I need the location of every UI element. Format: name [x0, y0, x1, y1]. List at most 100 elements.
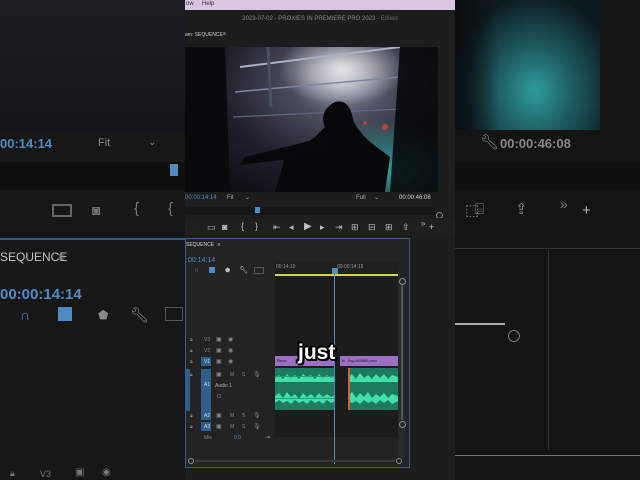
program-monitor-title[interactable]: am: SEQUENCE: [185, 32, 223, 38]
backdrop-left-playhead: [170, 164, 178, 176]
lock-icon[interactable]: 🔒︎: [190, 348, 193, 354]
sync-lock-icon[interactable]: ▣: [216, 371, 222, 378]
fit-chevron-icon[interactable]: ⌄: [245, 194, 250, 201]
sync-lock-icon[interactable]: ▣: [216, 358, 222, 365]
audio-volume-knob[interactable]: O.: [217, 394, 222, 400]
go-to-out-icon[interactable]: ⇥: [335, 223, 343, 232]
sync-lock-icon[interactable]: ▣: [216, 412, 222, 419]
snap-icon[interactable]: ∩: [194, 267, 199, 274]
settings-wrench-icon[interactable]: 🔧︎: [239, 266, 248, 274]
add-marker-icon[interactable]: ▭: [207, 223, 216, 232]
clip-edit-point[interactable]: [348, 368, 350, 410]
more-icon[interactable]: »: [421, 220, 425, 228]
track-a1-target[interactable]: [201, 369, 211, 411]
zoom-right-handle[interactable]: [396, 458, 402, 464]
program-timecode[interactable]: 00:00:14:14: [185, 195, 217, 201]
voiceover-mic-icon[interactable]: 🎙︎: [253, 412, 261, 419]
step-back-icon[interactable]: ◂: [289, 223, 294, 232]
audio-clip[interactable]: [348, 368, 398, 410]
backdrop-right-wrench-icon: 🔧︎: [480, 134, 500, 151]
sync-lock-icon[interactable]: ▣: [216, 347, 222, 354]
lock-icon[interactable]: 🔒︎: [190, 413, 193, 419]
backdrop-right-export-icon: ⇪: [515, 201, 528, 218]
mix-label: Mix: [204, 435, 212, 441]
video-clip[interactable]: fx fbg-464585.mov: [340, 356, 398, 366]
play-icon[interactable]: ▶: [304, 222, 312, 232]
program-menu-icon[interactable]: ≡: [223, 31, 226, 37]
video-caption: just: [298, 341, 336, 364]
mute-button[interactable]: M: [230, 424, 234, 430]
go-to-in-icon[interactable]: ⇤: [273, 223, 281, 232]
track-header-a2: 🔒︎ A2 ▣ M S 🎙︎: [190, 411, 275, 421]
track-header-a3: 🔒︎ A3 ▣ M S 🎙︎: [190, 422, 275, 432]
track-header-v3: 🔒︎ V3 ▣ ◉: [190, 335, 275, 345]
toggle-output-icon[interactable]: ◉: [228, 336, 233, 343]
zoom-scrollbar[interactable]: [195, 460, 395, 462]
program-scrubber[interactable]: [185, 207, 435, 215]
linked-selection-icon[interactable]: [209, 267, 215, 273]
compare-icon[interactable]: ⊞: [385, 223, 393, 232]
zoom-left-handle[interactable]: [188, 458, 194, 464]
scrollbar-top-handle[interactable]: [399, 278, 406, 285]
track-a2-label: A2: [204, 413, 211, 419]
export-frame-icon[interactable]: ◙: [222, 223, 227, 232]
go-to-end-icon[interactable]: ⇥: [265, 434, 270, 441]
toggle-output-icon[interactable]: ◉: [228, 358, 233, 365]
window-edited: - Edited: [377, 16, 398, 22]
program-video-frame: [185, 47, 438, 192]
scrollbar-thumb[interactable]: [401, 285, 403, 420]
mute-button[interactable]: M: [230, 372, 234, 378]
quality-dropdown[interactable]: Full: [356, 195, 366, 201]
extract-icon[interactable]: ⊟: [368, 223, 376, 232]
backdrop-marker-icon: [52, 204, 72, 217]
lock-icon[interactable]: 🔒︎: [190, 372, 193, 378]
lock-icon[interactable]: 🔒︎: [190, 424, 193, 430]
backdrop-track-v3: V3: [40, 469, 52, 479]
quality-chevron-icon[interactable]: ⌄: [374, 194, 379, 201]
sync-lock-icon[interactable]: ▣: [216, 336, 222, 343]
timeline-tab[interactable]: SEQUENCE ≡: [186, 242, 220, 248]
timeline-playhead-handle[interactable]: [332, 268, 338, 274]
solo-button[interactable]: S: [242, 372, 245, 378]
solo-button[interactable]: S: [242, 413, 245, 419]
voiceover-mic-icon[interactable]: 🎙︎: [253, 371, 261, 378]
lock-icon[interactable]: 🔒︎: [190, 359, 193, 365]
ruler-label-0: 00:14:10: [276, 264, 296, 270]
fit-dropdown[interactable]: Fit: [227, 195, 234, 201]
backdrop-divider: [0, 238, 185, 240]
menu-item-window[interactable]: ow: [186, 1, 194, 7]
captions-icon[interactable]: [254, 267, 264, 274]
step-forward-icon[interactable]: ▸: [320, 223, 325, 232]
timeline-playhead[interactable]: [334, 274, 335, 464]
timeline-timecode[interactable]: :00:14:14: [186, 257, 215, 264]
backdrop-right-bottom-line: [455, 455, 640, 456]
add-button-icon[interactable]: +: [429, 223, 434, 232]
timeline-menu-icon[interactable]: ≡: [217, 242, 220, 248]
backdrop-right-timecode: 00:00:46:08: [500, 136, 571, 151]
mute-button[interactable]: M: [230, 413, 234, 419]
voiceover-mic-icon[interactable]: 🎙︎: [253, 423, 261, 430]
clip-label: Resiz: [277, 358, 288, 363]
backdrop-right-bar: [455, 323, 505, 325]
toggle-output-icon[interactable]: ◉: [228, 347, 233, 354]
mix-value[interactable]: 0.0: [234, 435, 241, 441]
backdrop-right-plus-icon: +: [582, 202, 591, 219]
mark-in-icon[interactable]: {: [241, 222, 244, 231]
scrollbar-bottom-handle[interactable]: [399, 421, 406, 428]
lift-icon[interactable]: ⊞: [351, 223, 359, 232]
export-icon[interactable]: ⇪: [402, 223, 410, 232]
program-playhead[interactable]: [255, 207, 260, 213]
program-monitor-header: am: SEQUENCE ≡: [185, 30, 455, 42]
audio-clip[interactable]: [275, 368, 335, 410]
audio-track-name: Audio 1: [215, 383, 232, 389]
add-marker-timeline-icon[interactable]: ⬟: [225, 267, 230, 274]
sync-lock-icon[interactable]: ▣: [216, 423, 222, 430]
menu-item-help[interactable]: Help: [202, 1, 214, 7]
mark-out-icon[interactable]: }: [255, 222, 258, 231]
track-v1-label: V1: [204, 359, 211, 365]
timeline-title: SEQUENCE: [186, 242, 215, 248]
backdrop-camera-icon: ◙: [92, 202, 101, 218]
work-area-bar[interactable]: [275, 274, 398, 276]
lock-icon[interactable]: 🔒︎: [190, 337, 193, 343]
solo-button[interactable]: S: [242, 424, 245, 430]
